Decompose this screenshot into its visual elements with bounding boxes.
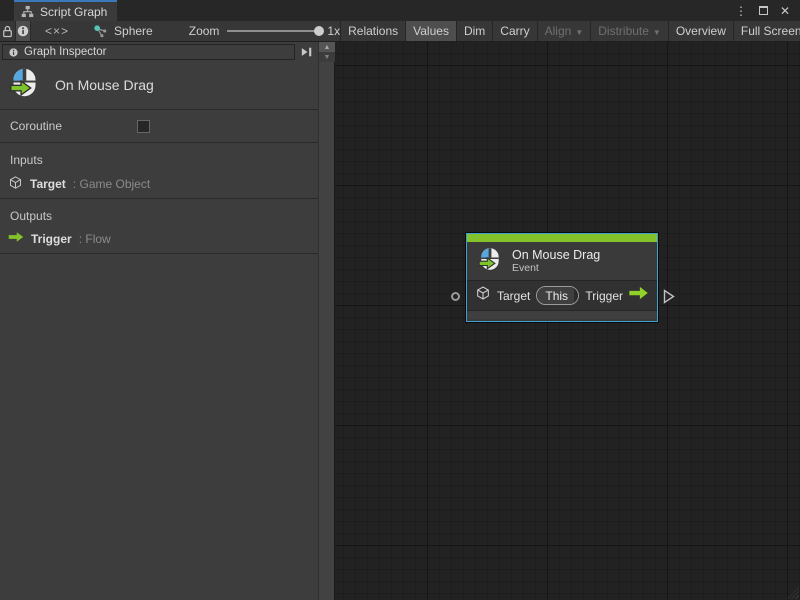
dim-button[interactable]: Dim — [456, 21, 492, 41]
output-port-handle[interactable] — [663, 289, 675, 309]
tab-label: Script Graph — [40, 5, 107, 19]
inspector-title: Graph Inspector — [24, 46, 106, 58]
unit-header: On Mouse Drag — [0, 61, 318, 110]
output-type: : Flow — [79, 232, 111, 246]
full-screen-button[interactable]: Full Screen — [733, 21, 800, 41]
maximize-icon[interactable] — [754, 2, 772, 20]
inspector-scrollbar[interactable]: ▲ ▼ — [318, 42, 334, 600]
mouse-drag-icon — [8, 66, 41, 104]
inspector-toggle-info-icon[interactable] — [15, 21, 31, 41]
info-icon — [8, 47, 19, 58]
flow-arrow-icon — [8, 231, 24, 246]
unity-script-graph-window: Script Graph ⋮ ✕ <×> — [0, 0, 800, 600]
tab-bar: Script Graph ⋮ ✕ — [0, 0, 800, 21]
window-controls: ⋮ ✕ — [732, 0, 800, 21]
menu-icon[interactable]: ⋮ — [732, 2, 750, 20]
input-row-target: Target : Game Object — [0, 175, 318, 193]
overview-button[interactable]: Overview — [668, 21, 733, 41]
input-port-handle[interactable] — [451, 292, 460, 301]
node-header: On Mouse Drag Event — [467, 242, 657, 280]
close-icon[interactable]: ✕ — [776, 2, 794, 20]
node-footer — [467, 310, 657, 319]
carry-button[interactable]: Carry — [492, 21, 536, 41]
output-row-trigger: Trigger : Flow — [0, 231, 318, 246]
graph-canvas[interactable]: On Mouse Drag Event Target This ⊙ Trigge… — [335, 42, 800, 600]
coroutine-row: Coroutine — [0, 110, 318, 143]
target-value-button[interactable]: This ⊙ — [536, 286, 579, 305]
outputs-header: Outputs — [0, 206, 318, 231]
input-type: : Game Object — [73, 177, 150, 191]
relations-button[interactable]: Relations — [340, 21, 405, 41]
inspector-header: Graph Inspector — [0, 42, 318, 60]
zoom-control: Zoom 1x — [163, 21, 340, 41]
output-name: Trigger — [31, 232, 72, 246]
mouse-drag-icon — [477, 246, 503, 277]
inputs-section: Inputs Target : Game Object — [0, 143, 318, 199]
object-picker-icon[interactable]: ⊙ — [574, 287, 579, 304]
node-subtitle: Event — [512, 262, 600, 274]
chevron-down-icon: ▼ — [575, 28, 583, 37]
zoom-slider-knob[interactable] — [314, 26, 324, 36]
graph-toolbar: <×> Sphere Zoom 1x Relations Values — [0, 21, 800, 42]
toolbar-button-group: Relations Values Dim Carry Align ▼ Distr… — [340, 21, 800, 41]
hierarchy-graph-icon — [21, 5, 34, 18]
resize-grip[interactable] — [787, 587, 799, 599]
scroll-up-icon[interactable]: ▲ — [319, 42, 335, 52]
zoom-value: 1x — [327, 24, 340, 38]
target-port-label: Target — [497, 289, 530, 303]
graph-pointer-icon — [93, 24, 108, 39]
align-dropdown[interactable]: Align ▼ — [537, 21, 591, 41]
zoom-label: Zoom — [189, 24, 220, 38]
unit-title: On Mouse Drag — [55, 77, 154, 93]
trigger-arrow-icon — [629, 286, 649, 305]
node-color-bar — [467, 234, 657, 242]
on-mouse-drag-node[interactable]: On Mouse Drag Event Target This ⊙ Trigge… — [466, 233, 658, 322]
distribute-dropdown[interactable]: Distribute ▼ — [590, 21, 668, 41]
lock-icon[interactable] — [0, 21, 15, 41]
tab-script-graph[interactable]: Script Graph — [14, 0, 117, 21]
node-port-row: Target This ⊙ Trigger — [467, 280, 657, 310]
graph-inspector-panel: Graph Inspector — [0, 42, 335, 600]
coroutine-checkbox[interactable] — [137, 120, 150, 133]
scroll-down-icon[interactable]: ▼ — [319, 52, 335, 62]
code-view-icon[interactable]: <×> — [31, 21, 83, 41]
node-title: On Mouse Drag — [512, 248, 600, 262]
inputs-header: Inputs — [0, 150, 318, 175]
graph-owner-breadcrumb[interactable]: Sphere — [83, 21, 163, 41]
coroutine-label: Coroutine — [10, 119, 62, 133]
cube-icon — [475, 285, 491, 306]
values-button[interactable]: Values — [405, 21, 456, 41]
outputs-section: Outputs Trigger : Flow — [0, 199, 318, 254]
zoom-slider[interactable] — [227, 30, 319, 32]
input-name: Target — [30, 177, 66, 191]
trigger-port-label: Trigger — [585, 289, 623, 303]
graph-owner-label: Sphere — [114, 24, 153, 38]
chevron-down-icon: ▼ — [653, 28, 661, 37]
dock-panel-icon[interactable] — [298, 45, 316, 60]
target-value: This — [537, 287, 574, 304]
cube-icon — [8, 175, 23, 193]
inspector-title-box: Graph Inspector — [2, 44, 295, 60]
